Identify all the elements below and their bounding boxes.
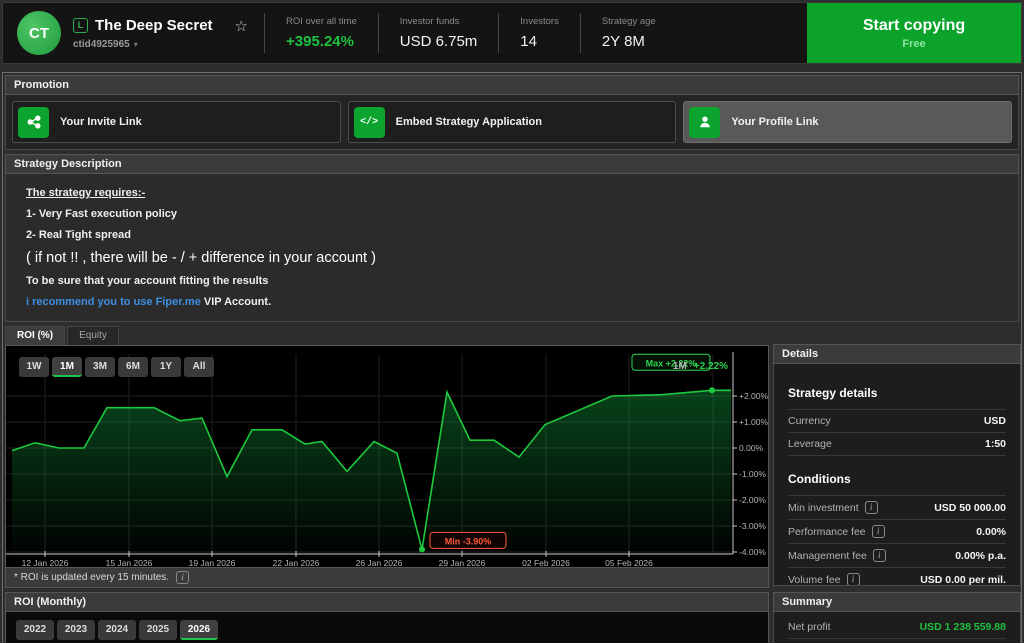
- range-button[interactable]: 3M: [85, 357, 115, 377]
- details-section-title: Details: [773, 344, 1021, 364]
- summary-section-title: Summary: [773, 592, 1021, 612]
- favorite-star-icon[interactable]: [235, 17, 248, 36]
- page-title: The Deep Secret: [95, 17, 213, 34]
- embed-strategy-card[interactable]: Embed Strategy Application: [348, 101, 677, 143]
- tab-roi[interactable]: ROI (%): [5, 326, 65, 345]
- description-section-title: Strategy Description: [5, 154, 1019, 174]
- description-body: The strategy requires:- 1- Very Fast exe…: [5, 174, 1019, 322]
- svg-text:-4.00%: -4.00%: [739, 547, 766, 557]
- stat-investors: Investors 14: [498, 13, 580, 53]
- range-button[interactable]: 1W: [19, 357, 49, 377]
- share-icon: [18, 107, 49, 138]
- year-button[interactable]: 2025: [139, 620, 177, 640]
- invite-link-card[interactable]: Your Invite Link: [12, 101, 341, 143]
- range-button[interactable]: 1Y: [151, 357, 181, 377]
- range-selector: 1W 1M 3M 6M 1Y All: [19, 357, 214, 377]
- range-button[interactable]: 6M: [118, 357, 148, 377]
- title-block: L The Deep Secret ctid4925965: [73, 17, 213, 50]
- monthly-chart-panel: 2022 2023 2024 2025 2026: [5, 612, 769, 643]
- live-badge-icon: L: [73, 18, 88, 33]
- svg-text:12 Jan 2026: 12 Jan 2026: [22, 558, 69, 567]
- account-id-dropdown[interactable]: ctid4925965: [73, 39, 213, 50]
- description-line: i recommend you to use Fiper.me VIP Acco…: [26, 296, 998, 308]
- chart-tabs: ROI (%) Equity: [5, 326, 769, 345]
- user-icon: [689, 107, 720, 138]
- detail-row-performance-fee: Performance fee 0.00%: [788, 520, 1006, 544]
- detail-row-min-investment: Min investment USD 50 000.00: [788, 496, 1006, 520]
- description-line: To be sure that your account fitting the…: [26, 275, 998, 287]
- profile-link-label: Your Profile Link: [731, 116, 818, 128]
- svg-text:-2.00%: -2.00%: [739, 495, 766, 505]
- chevron-down-icon: [134, 39, 138, 50]
- summary-row-pips: Pips -160 095.99: [788, 639, 1006, 643]
- tab-equity[interactable]: Equity: [67, 326, 119, 345]
- description-line: 1- Very Fast execution policy: [26, 208, 998, 220]
- embed-strategy-label: Embed Strategy Application: [396, 116, 542, 128]
- info-icon[interactable]: [873, 549, 886, 562]
- code-icon: [354, 107, 385, 138]
- year-button[interactable]: 2026: [180, 620, 218, 640]
- year-button[interactable]: 2023: [57, 620, 95, 640]
- fiper-link[interactable]: i recommend you to use Fiper.me: [26, 296, 201, 308]
- info-icon[interactable]: [176, 571, 189, 584]
- svg-text:15 Jan 2026: 15 Jan 2026: [106, 558, 153, 567]
- summary-row-net-profit: Net profit USD 1 238 559.88: [788, 616, 1006, 639]
- svg-text:26 Jan 2026: 26 Jan 2026: [356, 558, 403, 567]
- info-icon[interactable]: [865, 501, 878, 514]
- roi-line-chart[interactable]: 12 Jan 2026 15 Jan 2026 19 Jan 2026 22 Jan …: [6, 346, 768, 567]
- monthly-section-title: ROI (Monthly): [5, 592, 769, 612]
- summary-panel: Net profit USD 1 238 559.88 Pips -160 09…: [773, 612, 1021, 643]
- start-copying-button[interactable]: Start copying Free: [807, 3, 1021, 63]
- strategy-header: CT L The Deep Secret ctid4925965 ROI ove…: [2, 2, 1022, 64]
- stat-strategy-age: Strategy age 2Y 8M: [580, 13, 677, 53]
- svg-text:19 Jan 2026: 19 Jan 2026: [189, 558, 236, 567]
- stat-investor-funds: Investor funds USD 6.75m: [378, 13, 499, 53]
- description-line: ( if not !! , there will be - / + differ…: [26, 250, 998, 266]
- stat-roi: ROI over all time +395.24%: [264, 13, 378, 53]
- svg-text:22 Jan 2026: 22 Jan 2026: [273, 558, 320, 567]
- avatar: CT: [17, 11, 61, 55]
- period-return-label: 1M+2.22%: [673, 361, 728, 372]
- svg-text:-3.00%: -3.00%: [739, 521, 766, 531]
- chart-column: ROI (%) Equity 1W 1M 3M 6M 1Y All 1M+2.2…: [5, 326, 769, 643]
- content-frame: Promotion Your Invite Link Embed Strateg…: [2, 72, 1022, 643]
- year-selector: 2022 2023 2024 2025 2026: [6, 612, 768, 640]
- promotion-section-title: Promotion: [5, 75, 1019, 95]
- svg-text:29 Jan 2026: 29 Jan 2026: [439, 558, 486, 567]
- description-line: The strategy requires:-: [26, 187, 998, 199]
- strategy-details-heading: Strategy details: [788, 364, 1006, 410]
- svg-text:Min -3.90%: Min -3.90%: [445, 536, 492, 546]
- range-button[interactable]: All: [184, 357, 214, 377]
- detail-row-management-fee: Management fee 0.00% p.a.: [788, 544, 1006, 568]
- side-column: Details Strategy details Currency USD Le…: [773, 344, 1021, 643]
- header-stats: ROI over all time +395.24% Investor fund…: [264, 13, 677, 53]
- description-line-suffix: VIP Account.: [201, 296, 271, 308]
- description-line: 2- Real Tight spread: [26, 229, 998, 241]
- svg-text:+1.00%: +1.00%: [739, 417, 768, 427]
- svg-text:-1.00%: -1.00%: [739, 469, 766, 479]
- detail-row-volume-fee: Volume fee USD 0.00 per mil.: [788, 568, 1006, 586]
- conditions-heading: Conditions: [788, 456, 1006, 496]
- svg-text:05 Feb 2026: 05 Feb 2026: [605, 558, 653, 567]
- info-icon[interactable]: [847, 573, 860, 586]
- details-panel: Strategy details Currency USD Leverage 1…: [773, 364, 1021, 586]
- year-button[interactable]: 2024: [98, 620, 136, 640]
- svg-text:02 Feb 2026: 02 Feb 2026: [522, 558, 570, 567]
- svg-text:+2.00%: +2.00%: [739, 391, 768, 401]
- roi-chart-panel: 1W 1M 3M 6M 1Y All 1M+2.22% 12 Jan 20261…: [5, 345, 769, 568]
- chart-note: * ROI is updated every 15 minutes.: [5, 568, 769, 588]
- account-id: ctid4925965: [73, 39, 130, 50]
- info-icon[interactable]: [872, 525, 885, 538]
- year-button[interactable]: 2022: [16, 620, 54, 640]
- range-button[interactable]: 1M: [52, 357, 82, 377]
- detail-row-currency: Currency USD: [788, 410, 1006, 433]
- svg-text:0.00%: 0.00%: [739, 443, 764, 453]
- profile-link-card[interactable]: Your Profile Link: [683, 101, 1012, 143]
- detail-row-leverage: Leverage 1:50: [788, 433, 1006, 456]
- invite-link-label: Your Invite Link: [60, 116, 142, 128]
- promotion-body: Your Invite Link Embed Strategy Applicat…: [5, 95, 1019, 150]
